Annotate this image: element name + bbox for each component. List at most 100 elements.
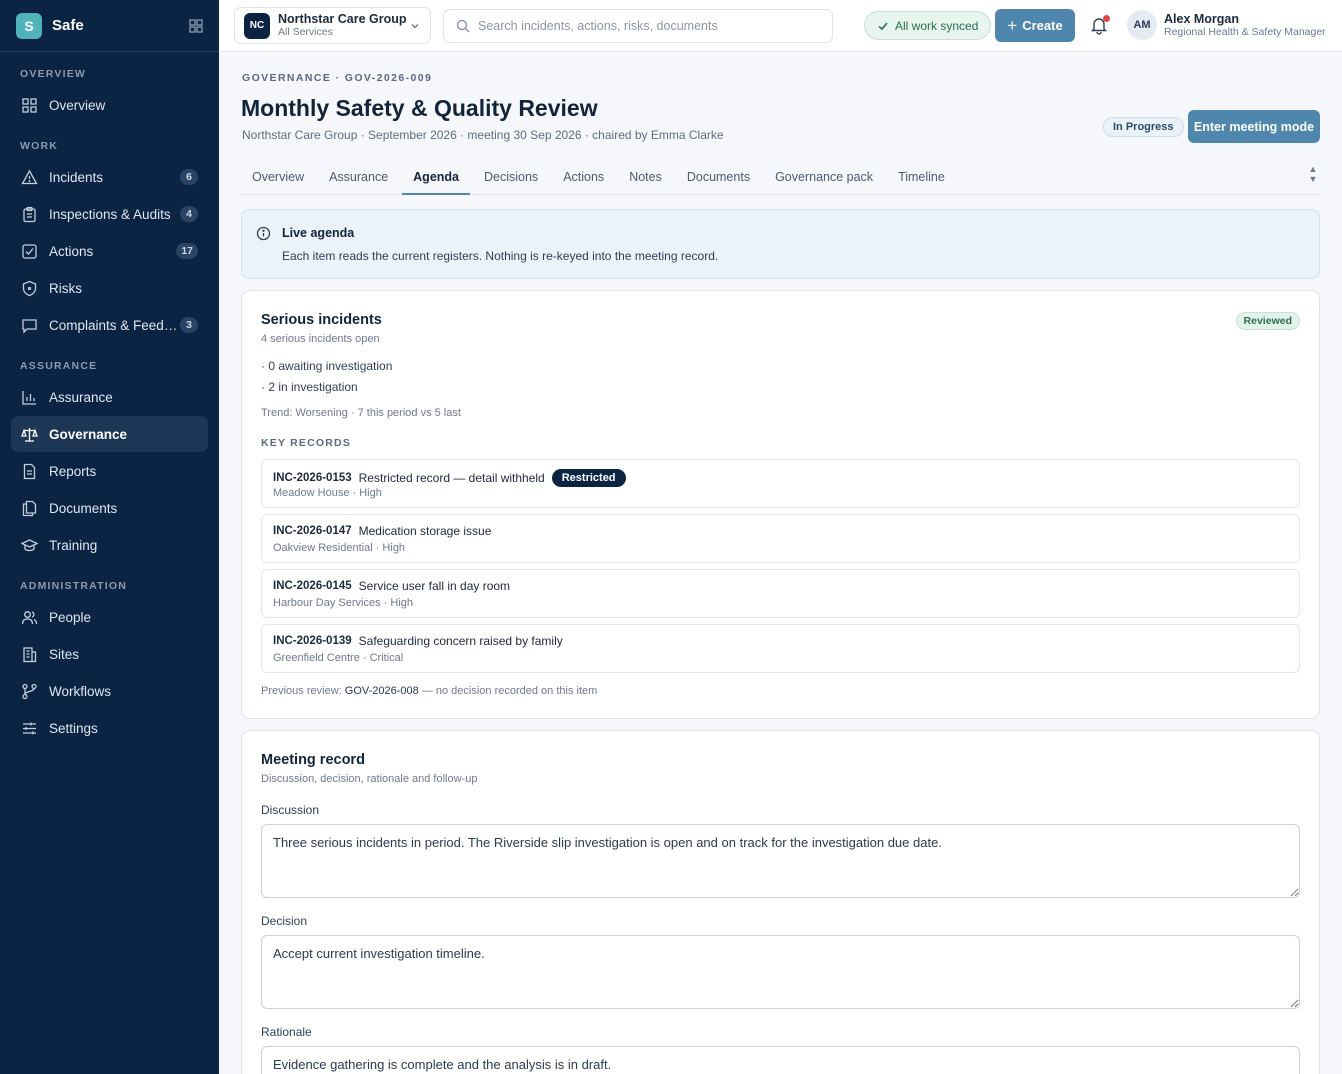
sidebar-item-complaints-and-feedback[interactable]: Complaints & Feedback 3 — [11, 307, 208, 343]
notifications-button[interactable] — [1089, 15, 1111, 37]
chevron-down-icon — [411, 23, 419, 28]
key-records-heading: KEY RECORDS — [261, 437, 352, 449]
record-title: Service user fall in day room — [358, 579, 511, 593]
sidebar-item-label: Incidents — [49, 169, 104, 185]
app-switcher-icon[interactable] — [189, 18, 203, 33]
record-header: INC-2026-0139 Safeguarding concern raised… — [273, 634, 563, 648]
live-agenda-title: Live agenda — [282, 226, 355, 240]
sidebar-item-assurance[interactable]: Assurance — [11, 379, 208, 415]
user-menu[interactable]: Alex Morgan Regional Health & Safety Man… — [1164, 12, 1326, 38]
rationale-label: Rationale — [261, 1025, 312, 1039]
tab-scroll-arrows-icon[interactable]: ▲ ▼ — [1306, 164, 1320, 192]
sidebar-item-label: People — [49, 609, 92, 625]
sidebar-item-label: Workflows — [49, 683, 112, 699]
tab-notes[interactable]: Notes — [618, 162, 673, 195]
incident-record[interactable]: INC-2026-0153 Restricted record — detail … — [261, 459, 1300, 508]
create-button[interactable]: + Create — [995, 9, 1075, 42]
live-agenda-notice: Live agenda Each item reads the current … — [241, 209, 1320, 279]
meeting-record-card: Meeting record Discussion, decision, rat… — [241, 730, 1320, 1074]
tab-overview[interactable]: Overview — [241, 162, 315, 195]
sidebar-item-actions[interactable]: Actions 17 — [11, 233, 208, 269]
user-role: Regional Health & Safety Manager — [1164, 26, 1326, 39]
sidebar-item-people[interactable]: People — [11, 599, 208, 635]
sync-status-badge: All work synced — [864, 11, 992, 40]
record-meta: Greenfield Centre · Critical — [273, 652, 404, 664]
incident-record[interactable]: INC-2026-0145 Service user fall in day ro… — [261, 569, 1300, 618]
warning-triangle-icon — [21, 169, 38, 184]
nav-section-heading: OVERVIEW — [20, 68, 87, 80]
graduation-cap-icon — [21, 538, 38, 551]
trend-text: Trend: Worsening · 7 this period vs 5 la… — [261, 407, 461, 419]
sidebar-item-risks[interactable]: Risks — [11, 270, 208, 306]
user-avatar[interactable]: AM — [1127, 10, 1157, 40]
sidebar-item-label: Governance — [49, 426, 128, 442]
tab-timeline[interactable]: Timeline — [887, 162, 956, 195]
app-name: Safe — [52, 17, 84, 34]
dashboard-grid-icon — [22, 97, 37, 113]
incident-record[interactable]: INC-2026-0147 Medication storage issue Oak… — [261, 514, 1300, 563]
rationale-field[interactable]: Evidence gathering is complete and the a… — [261, 1046, 1300, 1074]
tab-assurance[interactable]: Assurance — [318, 162, 399, 195]
sidebar-item-label: Reports — [49, 463, 97, 479]
sliders-icon — [23, 722, 36, 734]
tab-actions[interactable]: Actions — [552, 162, 615, 195]
sidebar-item-label: Risks — [49, 280, 82, 296]
count-badge: 4 — [180, 206, 198, 222]
record-meta: Oakview Residential · High — [273, 542, 406, 554]
chat-bubble-icon — [22, 318, 37, 334]
clipboard-icon — [23, 206, 36, 222]
global-search[interactable] — [443, 9, 833, 43]
sidebar-item-label: Overview — [49, 97, 106, 113]
sidebar-item-workflows[interactable]: Workflows — [11, 673, 208, 709]
sidebar-item-inspections-and-audits[interactable]: Inspections & Audits 4 — [11, 196, 208, 232]
tab-decisions[interactable]: Decisions — [473, 162, 549, 195]
record-id: INC-2026-0145 — [273, 580, 352, 592]
user-name: Alex Morgan — [1164, 12, 1240, 26]
building-icon — [23, 646, 37, 662]
sidebar-item-documents[interactable]: Documents — [11, 490, 208, 526]
check-icon — [878, 21, 888, 30]
decision-field[interactable]: Accept current investigation timeline. — [261, 935, 1300, 1009]
page-title: Monthly Safety & Quality Review — [241, 95, 598, 121]
brand-header: S Safe — [0, 0, 219, 52]
card-title: Serious incidents — [261, 312, 382, 328]
previous-review-link[interactable]: GOV-2026-008 — [345, 685, 419, 697]
count-badge: 17 — [176, 243, 198, 259]
record-header: INC-2026-0147 Medication storage issue — [273, 524, 491, 538]
sidebar-item-incidents[interactable]: Incidents 6 — [11, 159, 208, 195]
enter-meeting-mode-button[interactable]: Enter meeting mode — [1188, 110, 1320, 143]
sidebar-item-sites[interactable]: Sites — [11, 636, 208, 672]
create-button-label: Create — [1022, 18, 1063, 33]
live-agenda-text: Each item reads the current registers. N… — [282, 249, 719, 263]
sidebar-item-overview[interactable]: Overview — [11, 87, 208, 123]
sidebar-item-label: Assurance — [49, 389, 113, 405]
sidebar-item-reports[interactable]: Reports — [11, 453, 208, 489]
record-meta: Meadow House · High — [273, 487, 382, 499]
tab-governance-pack[interactable]: Governance pack — [764, 162, 884, 195]
plus-icon: + — [1007, 15, 1018, 35]
org-switcher[interactable]: NC Northstar Care Group All Services — [234, 7, 431, 44]
sidebar-item-training[interactable]: Training — [11, 527, 208, 563]
previous-review-prefix: Previous review: — [261, 685, 345, 697]
page-subtitle: Northstar Care Group · September 2026 · … — [242, 128, 724, 142]
sidebar-item-governance[interactable]: Governance — [11, 416, 208, 452]
discussion-label: Discussion — [261, 803, 320, 817]
reviewed-badge: Reviewed — [1235, 312, 1300, 330]
main-content: GOVERNANCE · GOV-2026-009 Monthly Safety… — [219, 52, 1342, 1074]
sidebar: S Safe OVERVIEW Overview WORK Incidents 6 Ins… — [0, 0, 219, 1074]
sidebar-item-label: Complaints & Feedback — [49, 317, 180, 333]
incident-record[interactable]: INC-2026-0139 Safeguarding concern raised… — [261, 624, 1300, 673]
sidebar-item-settings[interactable]: Settings — [11, 710, 208, 746]
nav-section-heading: WORK — [20, 140, 59, 152]
shield-icon — [22, 280, 37, 296]
org-scope: All Services — [278, 25, 333, 38]
record-title: Restricted record — detail withheld — [358, 471, 545, 485]
search-input[interactable] — [478, 19, 820, 33]
discussion-field[interactable]: Three serious incidents in period. The R… — [261, 824, 1300, 898]
sidebar-item-label: Inspections & Audits — [49, 206, 171, 222]
record-meta: Harbour Day Services · High — [273, 597, 413, 609]
tab-documents[interactable]: Documents — [676, 162, 761, 195]
card-title: Meeting record — [261, 752, 365, 768]
previous-review-suffix: — no decision recorded on this item — [418, 685, 598, 697]
tab-agenda[interactable]: Agenda — [402, 162, 470, 195]
